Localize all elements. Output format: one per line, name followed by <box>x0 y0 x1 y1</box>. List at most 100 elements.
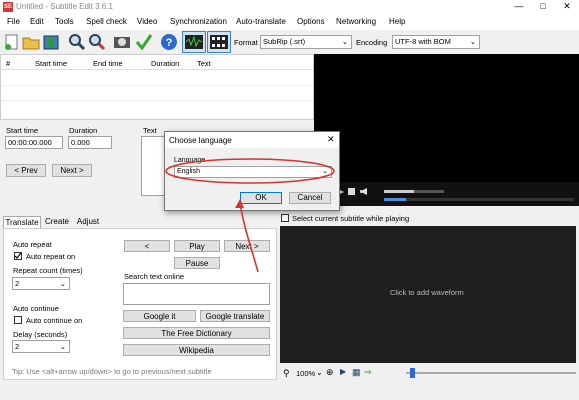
wikipedia-button[interactable]: Wikipedia <box>123 344 270 356</box>
tab-create[interactable]: Create <box>42 217 72 228</box>
start-time-label: Start time <box>6 126 39 135</box>
prev-subtitle-button[interactable]: < <box>124 240 170 252</box>
auto-continue-checkbox[interactable] <box>14 316 22 324</box>
waveform-position-slider[interactable] <box>406 372 576 374</box>
waveform-area[interactable]: Click to add waveform <box>280 226 576 363</box>
search-online-label: Search text online <box>124 272 185 281</box>
volume-slider[interactable] <box>384 190 444 193</box>
format-select[interactable]: SubRip (.srt) ⌄ <box>260 35 352 49</box>
duration-input[interactable]: 0.000 <box>68 136 112 149</box>
click-to-add-waveform[interactable]: Click to add waveform <box>390 288 464 297</box>
video-player[interactable] <box>314 54 579 182</box>
column-header-number[interactable]: # <box>6 59 10 68</box>
menu-tools[interactable]: Tools <box>55 17 74 26</box>
waveform-toolbar: ⚲ 100% ⌄ ⊕ ▶ ▦ ⇒ <box>280 365 576 381</box>
chevron-down-icon: ⌄ <box>469 37 476 46</box>
free-dictionary-button[interactable]: The Free Dictionary <box>123 327 270 339</box>
column-header-duration[interactable]: Duration <box>151 59 179 68</box>
chevron-down-icon: ⌄ <box>341 37 348 46</box>
delay-label: Delay (seconds) <box>13 330 68 339</box>
play-button[interactable]: Play <box>174 240 220 252</box>
select-current-label: Select current subtitle while playing <box>292 214 410 223</box>
language-select[interactable]: English ⌄ <box>174 166 332 178</box>
subtitle-grid[interactable]: # Start time End time Duration Text <box>0 54 314 120</box>
close-button[interactable]: ✕ <box>556 0 578 14</box>
maximize-button[interactable]: □ <box>532 0 554 14</box>
visual-sync-icon[interactable] <box>113 33 131 51</box>
tab-strip: Translate Create Adjust <box>0 216 278 228</box>
menu-options[interactable]: Options <box>297 17 325 26</box>
format-label: Format <box>234 38 258 47</box>
volume-icon[interactable] <box>360 188 367 195</box>
menu-video[interactable]: Video <box>137 17 157 26</box>
slider-thumb[interactable] <box>410 368 415 378</box>
chevron-down-icon[interactable]: ⌄ <box>316 368 323 377</box>
next-arrows-icon[interactable]: ⇒ <box>364 367 372 378</box>
help-icon[interactable]: ? <box>160 33 178 51</box>
cancel-button[interactable]: Cancel <box>289 192 331 204</box>
tab-adjust[interactable]: Adjust <box>73 217 103 228</box>
zoom-in-icon[interactable]: ⊕ <box>326 367 334 378</box>
menu-synchronization[interactable]: Synchronization <box>170 17 227 26</box>
grid-icon[interactable]: ▦ <box>352 367 361 378</box>
spell-check-icon[interactable] <box>135 33 153 51</box>
minimize-button[interactable]: — <box>508 0 530 14</box>
app-icon: SE <box>3 2 13 12</box>
video-icon[interactable] <box>207 31 231 53</box>
text-label: Text <box>143 126 157 135</box>
menu-edit[interactable]: Edit <box>30 17 44 26</box>
zoom-icon[interactable]: ⚲ <box>283 368 290 379</box>
seek-bar[interactable] <box>384 198 574 201</box>
repeat-count-select[interactable]: 2 ⌄ <box>12 277 70 290</box>
play-icon[interactable]: ▶ <box>340 367 346 376</box>
delay-select[interactable]: 2 ⌄ <box>12 340 70 353</box>
toolbar: ? Format SubRip (.srt) ⌄ Encoding UTF-8 w… <box>0 30 579 54</box>
menu-networking[interactable]: Networking <box>336 17 376 26</box>
menu-file[interactable]: File <box>7 17 20 26</box>
google-translate-button[interactable]: Google translate <box>200 310 270 322</box>
prev-button[interactable]: < Prev <box>6 164 46 177</box>
column-header-text[interactable]: Text <box>197 59 211 68</box>
menu-help[interactable]: Help <box>389 17 405 26</box>
grid-divider <box>1 100 313 101</box>
chevron-down-icon: ⌄ <box>59 279 66 288</box>
next-subtitle-button[interactable]: Next > <box>224 240 270 252</box>
auto-repeat-checkbox[interactable] <box>14 252 22 260</box>
encoding-select[interactable]: UTF-8 with BOM ⌄ <box>392 35 480 49</box>
pause-button[interactable]: Pause <box>174 257 220 269</box>
repeat-count-label: Repeat count (times) <box>13 266 83 275</box>
save-icon[interactable] <box>42 33 60 51</box>
menu-auto-translate[interactable]: Auto-translate <box>236 17 286 26</box>
language-label: Language <box>174 157 206 164</box>
waveform-icon[interactable] <box>182 31 206 53</box>
svg-text:?: ? <box>166 37 173 49</box>
grid-header: # Start time End time Duration Text <box>1 55 313 70</box>
menu-bar: File Edit Tools Spell check Video Synchr… <box>0 14 579 30</box>
open-folder-icon[interactable] <box>22 33 40 51</box>
find-icon[interactable] <box>68 33 86 51</box>
tip-text: Tip: Use <alt+arrow up/down> to go to pr… <box>12 367 212 376</box>
zoom-level[interactable]: 100% <box>296 369 315 378</box>
tab-translate[interactable]: Translate <box>3 216 41 228</box>
chevron-down-icon: ⌄ <box>59 342 66 351</box>
google-it-button[interactable]: Google it <box>123 310 196 322</box>
dialog-close-icon[interactable]: ✕ <box>327 134 335 145</box>
stop-button[interactable] <box>348 188 355 195</box>
start-time-input[interactable]: 00:00:00.000 <box>5 136 63 149</box>
new-file-icon[interactable] <box>3 33 21 51</box>
choose-language-dialog: Choose language ✕ Language English ⌄ OK C… <box>164 131 340 211</box>
dialog-title: Choose language <box>169 136 232 145</box>
column-header-end-time[interactable]: End time <box>93 59 123 68</box>
auto-repeat-label: Auto repeat on <box>26 252 76 261</box>
search-online-input[interactable] <box>123 283 270 305</box>
next-button[interactable]: Next > <box>52 164 92 177</box>
menu-spell-check[interactable]: Spell check <box>86 17 127 26</box>
replace-icon[interactable] <box>88 33 106 51</box>
encoding-label: Encoding <box>356 38 388 47</box>
video-controls <box>314 182 579 206</box>
title-bar: SE Untitled - Subtitle Edit 3.6.1 — □ ✕ <box>0 0 579 14</box>
auto-continue-label: Auto continue on <box>26 316 83 325</box>
ok-button[interactable]: OK <box>240 192 282 204</box>
column-header-start-time[interactable]: Start time <box>35 59 67 68</box>
select-current-checkbox[interactable] <box>281 214 289 222</box>
